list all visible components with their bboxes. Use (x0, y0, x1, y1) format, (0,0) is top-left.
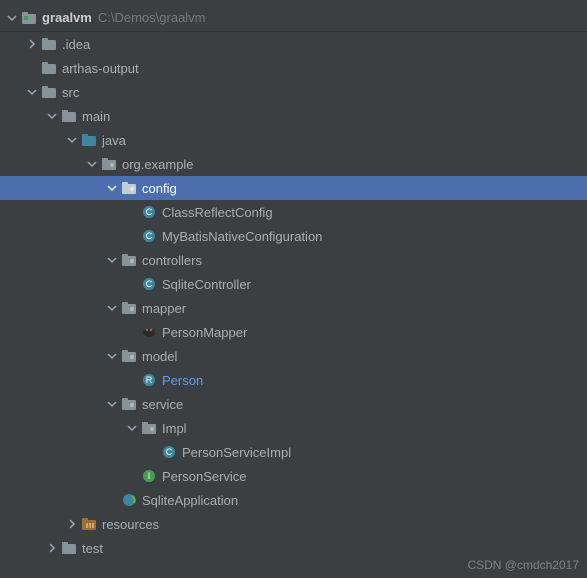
tree-row[interactable]: C MyBatisNativeConfiguration (0, 224, 587, 248)
node-label: SqliteApplication (142, 493, 238, 508)
tree-row[interactable]: model (0, 344, 587, 368)
class-icon: C (140, 204, 158, 220)
tree-row[interactable]: .idea (0, 32, 587, 56)
tree-row[interactable]: R Person (0, 368, 587, 392)
chevron-right-icon[interactable] (44, 540, 60, 556)
tree-row[interactable]: arthas-output (0, 56, 587, 80)
tree-row[interactable]: Impl (0, 416, 587, 440)
node-label: test (82, 541, 103, 556)
root-label: graalvm (42, 10, 92, 25)
package-icon (120, 180, 138, 196)
node-label: org.example (122, 157, 194, 172)
node-label: SqliteController (162, 277, 251, 292)
spring-boot-app-icon (120, 492, 138, 508)
node-label: mapper (142, 301, 186, 316)
tree-row-root[interactable]: graalvm C:\Demos\graalvm (0, 4, 587, 32)
tree-row[interactable]: main (0, 104, 587, 128)
node-label: ClassReflectConfig (162, 205, 273, 220)
node-label: src (62, 85, 79, 100)
package-icon (140, 420, 158, 436)
node-label: arthas-output (62, 61, 139, 76)
node-label: PersonMapper (162, 325, 247, 340)
interface-icon: I (140, 468, 158, 484)
project-tree: graalvm C:\Demos\graalvm .idea arthas-ou… (0, 0, 587, 560)
chevron-down-icon[interactable] (4, 10, 20, 26)
class-icon: C (140, 276, 158, 292)
source-folder-icon (80, 132, 98, 148)
chevron-down-icon[interactable] (104, 180, 120, 196)
tree-row[interactable]: service (0, 392, 587, 416)
node-label: PersonService (162, 469, 247, 484)
tree-row[interactable]: C PersonServiceImpl (0, 440, 587, 464)
chevron-down-icon[interactable] (104, 348, 120, 364)
svg-text:I: I (148, 471, 151, 481)
node-label: Person (162, 373, 203, 388)
tree-row[interactable]: src (0, 80, 587, 104)
node-label: MyBatisNativeConfiguration (162, 229, 322, 244)
resources-folder-icon (80, 516, 98, 532)
package-icon (120, 300, 138, 316)
svg-text:R: R (146, 375, 153, 385)
chevron-down-icon[interactable] (104, 252, 120, 268)
package-icon (120, 348, 138, 364)
svg-text:C: C (146, 207, 153, 217)
chevron-down-icon[interactable] (44, 108, 60, 124)
class-icon: C (140, 228, 158, 244)
tree-row[interactable]: resources (0, 512, 587, 536)
tree-row[interactable]: PersonMapper (0, 320, 587, 344)
folder-icon (40, 60, 58, 76)
chevron-right-icon[interactable] (24, 36, 40, 52)
tree-row[interactable]: C ClassReflectConfig (0, 200, 587, 224)
tree-row[interactable]: java (0, 128, 587, 152)
watermark: CSDN @cmdch2017 (467, 558, 579, 572)
node-label: java (102, 133, 126, 148)
tree-row[interactable]: org.example (0, 152, 587, 176)
svg-text:C: C (146, 279, 153, 289)
package-icon (100, 156, 118, 172)
chevron-down-icon[interactable] (64, 132, 80, 148)
node-label: config (142, 181, 177, 196)
folder-icon (60, 108, 78, 124)
node-label: service (142, 397, 183, 412)
tree-row[interactable]: test (0, 536, 587, 560)
chevron-down-icon[interactable] (84, 156, 100, 172)
tree-row[interactable]: mapper (0, 296, 587, 320)
node-label: PersonServiceImpl (182, 445, 291, 460)
package-icon (120, 252, 138, 268)
package-icon (120, 396, 138, 412)
svg-text:C: C (146, 231, 153, 241)
node-label: controllers (142, 253, 202, 268)
chevron-down-icon[interactable] (104, 396, 120, 412)
mybatis-mapper-icon (140, 324, 158, 340)
svg-text:C: C (166, 447, 173, 457)
folder-icon (40, 36, 58, 52)
folder-icon (60, 540, 78, 556)
node-label: main (82, 109, 110, 124)
tree-row-selected[interactable]: config (0, 176, 587, 200)
root-path: C:\Demos\graalvm (98, 10, 206, 25)
tree-row[interactable]: controllers (0, 248, 587, 272)
class-icon: C (160, 444, 178, 460)
record-icon: R (140, 372, 158, 388)
folder-icon (40, 84, 58, 100)
chevron-down-icon[interactable] (24, 84, 40, 100)
tree-row[interactable]: C SqliteController (0, 272, 587, 296)
node-label: resources (102, 517, 159, 532)
node-label: Impl (162, 421, 187, 436)
chevron-down-icon[interactable] (124, 420, 140, 436)
chevron-right-icon[interactable] (64, 516, 80, 532)
tree-row[interactable]: I PersonService (0, 464, 587, 488)
module-folder-icon (20, 10, 38, 26)
node-label: model (142, 349, 177, 364)
tree-row[interactable]: SqliteApplication (0, 488, 587, 512)
chevron-down-icon[interactable] (104, 300, 120, 316)
node-label: .idea (62, 37, 90, 52)
